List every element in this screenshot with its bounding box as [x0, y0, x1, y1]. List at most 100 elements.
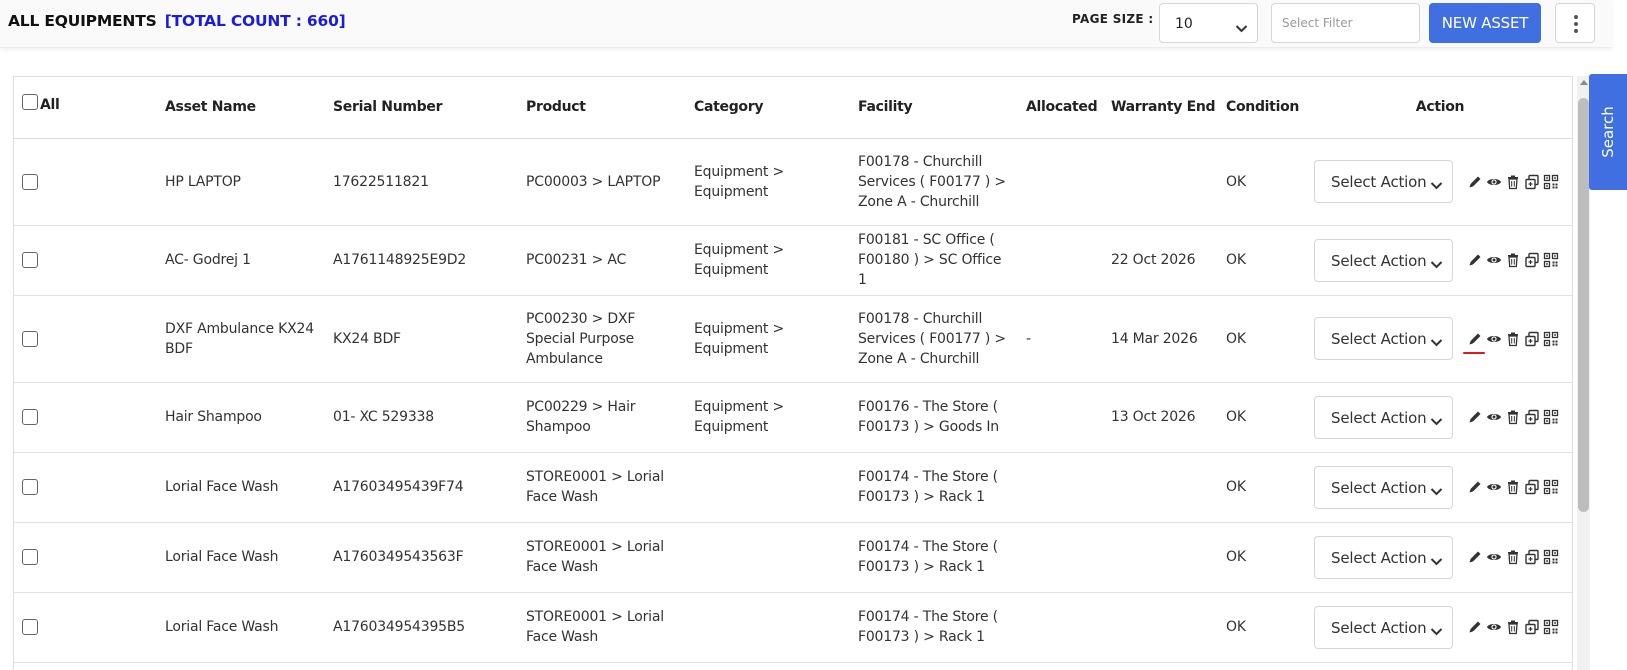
select-action-dropdown[interactable]: Select Action [1314, 535, 1453, 579]
pencil-edit-icon[interactable] [1467, 252, 1483, 268]
action-cell: Select Action [1306, 382, 1572, 453]
condition-cell: OK [1218, 138, 1306, 226]
scrollbar-thumb[interactable] [1578, 98, 1589, 512]
qr-code-icon[interactable] [1543, 252, 1559, 268]
asset-name-cell: DXF Ambulance KX24 BDF [157, 295, 325, 383]
row-checkbox[interactable] [22, 330, 38, 347]
trash-delete-icon[interactable] [1505, 174, 1521, 190]
select-action-dropdown[interactable]: Select Action [1314, 605, 1453, 649]
action-cell: Select Action [1306, 522, 1572, 593]
eye-view-icon[interactable] [1486, 619, 1502, 635]
qr-code-icon[interactable] [1543, 409, 1559, 425]
column-header-asset-name[interactable]: Asset Name [157, 77, 325, 139]
asset-name-cell: Lorial Face Wash [157, 522, 325, 593]
copy-icon[interactable] [1524, 549, 1540, 565]
trash-delete-icon[interactable] [1505, 619, 1521, 635]
qr-code-icon[interactable] [1543, 549, 1559, 565]
column-header-serial-number[interactable]: Serial Number [325, 77, 518, 139]
pencil-edit-icon[interactable] [1467, 549, 1483, 565]
select-action-dropdown[interactable]: Select Action [1314, 395, 1453, 439]
column-header-condition[interactable]: Condition [1218, 77, 1306, 139]
column-header-allocated[interactable]: Allocated [1018, 77, 1103, 139]
column-header-facility[interactable]: Facility [850, 77, 1018, 139]
select-action-dropdown[interactable]: Select Action [1314, 317, 1453, 360]
qr-code-icon[interactable] [1543, 479, 1559, 495]
qr-code-icon[interactable] [1543, 331, 1559, 347]
row-checkbox[interactable] [22, 619, 38, 635]
table-row[interactable]: Lorial Face Wash A1760349543563F STORE0001… [14, 522, 1572, 593]
select-action-label: Select Action [1331, 478, 1427, 497]
eye-view-icon[interactable] [1486, 331, 1502, 347]
qr-code-icon[interactable] [1543, 619, 1559, 635]
select-action-dropdown[interactable]: Select Action [1314, 238, 1453, 282]
pencil-edit-icon[interactable] [1467, 619, 1483, 635]
product-cell: STORE0001 > Lorial Face Wash [518, 452, 686, 523]
select-all-checkbox[interactable] [22, 94, 38, 111]
copy-icon[interactable] [1524, 174, 1540, 190]
new-asset-button[interactable]: NEW ASSET [1429, 3, 1541, 43]
row-checkbox[interactable] [22, 479, 38, 495]
select-action-dropdown[interactable]: Select Action [1314, 465, 1453, 509]
action-controls: Select Action [1314, 317, 1566, 360]
eye-view-icon[interactable] [1486, 252, 1502, 268]
trash-delete-icon[interactable] [1505, 331, 1521, 347]
eye-view-icon[interactable] [1486, 479, 1502, 495]
page-size-label: PAGE SIZE : [1072, 12, 1154, 26]
select-action-dropdown[interactable]: Select Action [1314, 160, 1453, 203]
table-row[interactable]: AC- Godrej 1 A1761148925E9D2 PC00231 > AC E… [14, 225, 1572, 296]
filter-input[interactable] [1271, 3, 1420, 43]
action-controls: Select Action [1314, 535, 1566, 579]
asset-name-cell: AC- Godrej 1 [157, 225, 325, 296]
total-count: [TOTAL COUNT : 660] [164, 12, 346, 30]
page-size-select[interactable]: 10 [1159, 3, 1258, 43]
table-row[interactable]: Hair Shampoo 01- XC 529338 PC00229 > Hair … [14, 382, 1572, 453]
more-options-icon[interactable] [1555, 3, 1595, 43]
pencil-edit-icon[interactable] [1467, 174, 1483, 190]
eye-view-icon[interactable] [1486, 174, 1502, 190]
copy-icon[interactable] [1524, 479, 1540, 495]
table-row[interactable]: DXF Ambulance KX24 BDF KX24 BDF PC00230 > … [14, 295, 1572, 383]
row-checkbox[interactable] [22, 173, 38, 190]
table-row[interactable]: Lorial Face Wash A176034954395B5 STORE0001… [14, 592, 1572, 663]
scroll-up-arrow-icon[interactable] [1580, 80, 1588, 85]
facility-cell: F00174 - The Store ( F00173 ) > Rack 1 [850, 522, 1018, 593]
column-header-action: Action [1306, 77, 1572, 139]
table-row[interactable]: Lorial Face Wash A17603495439F74 STORE0001… [14, 452, 1572, 523]
row-checkbox[interactable] [22, 549, 38, 565]
product-cell: PC00229 > Hair Shampoo [518, 382, 686, 453]
qr-code-icon[interactable] [1543, 174, 1559, 190]
action-controls: Select Action [1314, 238, 1566, 282]
asset-name-cell: Hair Shampoo [157, 382, 325, 453]
table-row[interactable]: HP LAPTOP 17622511821 PC00003 > LAPTOP Equi… [14, 138, 1572, 226]
eye-view-icon[interactable] [1486, 549, 1502, 565]
chevron-down-icon [1430, 482, 1443, 502]
copy-icon[interactable] [1524, 619, 1540, 635]
column-header-warranty-end[interactable]: Warranty End [1103, 77, 1218, 139]
pencil-edit-icon[interactable] [1463, 331, 1485, 354]
facility-cell: F00181 - SC Office ( F00180 ) > SC Offic… [850, 225, 1018, 296]
row-checkbox[interactable] [22, 409, 38, 425]
copy-icon[interactable] [1524, 252, 1540, 268]
copy-icon[interactable] [1524, 331, 1540, 347]
serial-number-cell: 01- XC 529338 [325, 382, 518, 453]
copy-icon[interactable] [1524, 409, 1540, 425]
category-cell [686, 522, 850, 593]
column-header-category[interactable]: Category [686, 77, 850, 139]
serial-number-cell: A17603495439F74 [325, 452, 518, 523]
row-checkbox[interactable] [22, 252, 38, 268]
allocated-cell [1018, 225, 1103, 296]
trash-delete-icon[interactable] [1505, 479, 1521, 495]
page-size-value: 10 [1175, 16, 1193, 32]
category-cell [686, 452, 850, 523]
trash-delete-icon[interactable] [1505, 549, 1521, 565]
pencil-edit-icon[interactable] [1467, 409, 1483, 425]
pencil-edit-icon[interactable] [1467, 479, 1483, 495]
serial-number-cell: A1760349543563F [325, 522, 518, 593]
search-side-tab[interactable]: Search [1589, 74, 1627, 190]
eye-view-icon[interactable] [1486, 409, 1502, 425]
row-action-icons [1467, 174, 1562, 190]
row-checkbox-cell [14, 138, 157, 226]
trash-delete-icon[interactable] [1505, 252, 1521, 268]
column-header-product[interactable]: Product [518, 77, 686, 139]
trash-delete-icon[interactable] [1505, 409, 1521, 425]
